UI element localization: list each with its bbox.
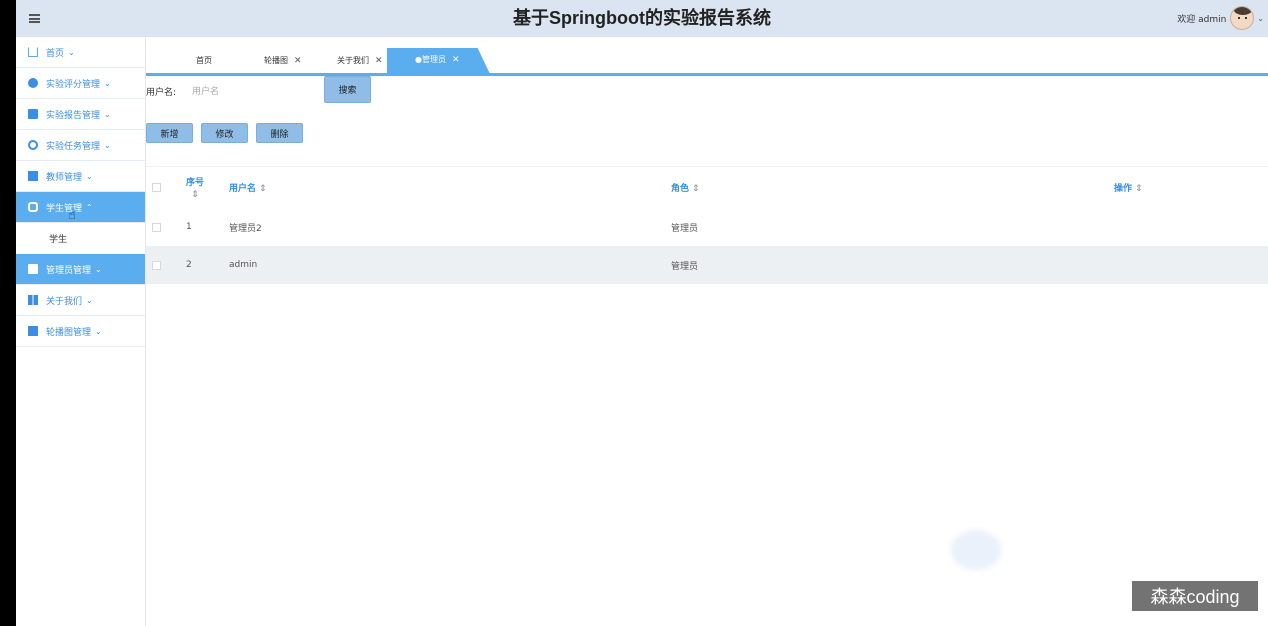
sidebar-item-about[interactable]: 关于我们 ⌄	[16, 285, 145, 316]
close-icon[interactable]: ✕	[452, 55, 460, 65]
sidebar-item-carousel[interactable]: 轮播图管理 ⌄	[16, 316, 145, 347]
column-header-index[interactable]: 序号 ⇕	[186, 175, 204, 200]
data-table: 序号 ⇕ 用户名 ⇕ 角色 ⇕ 操作 ⇕ 1 管理员2 管理员 2 admin 管理员	[146, 166, 1268, 284]
tab-home[interactable]: 首页	[196, 49, 212, 73]
lock-icon	[28, 202, 38, 212]
column-label: 角色	[671, 184, 690, 194]
tab-label: 首页	[196, 56, 212, 65]
close-icon[interactable]: ✕	[375, 56, 383, 66]
add-button[interactable]: 新增	[146, 123, 193, 143]
column-label: 操作	[1114, 184, 1133, 194]
tab-label: 轮播图	[264, 56, 288, 65]
bag-icon	[28, 264, 38, 274]
search-row: 用户名:	[146, 80, 323, 102]
avatar[interactable]	[1230, 6, 1255, 30]
delete-button[interactable]: 删除	[256, 123, 303, 143]
tab-label: 关于我们	[337, 56, 369, 65]
cell-index: 2	[186, 260, 192, 270]
chevron-down-icon: ⌄	[95, 326, 102, 336]
search-button[interactable]: 搜索	[324, 76, 371, 103]
building-icon	[28, 295, 38, 305]
cell-role: 管理员	[671, 261, 699, 272]
chevron-up-icon: ⌃	[86, 202, 93, 212]
tab-admin[interactable]: ●管理员 ✕	[387, 48, 490, 74]
welcome-text: 欢迎 admin	[1177, 14, 1227, 25]
sidebar-item-label: 实验任务管理	[46, 141, 101, 152]
sidebar-item-student[interactable]: 学生管理 ⌃ ☝	[16, 192, 145, 223]
chevron-down-icon: ⌄	[95, 264, 102, 274]
sidebar-item-label: 轮播图管理	[46, 327, 92, 338]
cell-username: 管理员2	[229, 223, 262, 234]
chevron-down-icon: ⌄	[86, 295, 93, 305]
sidebar: 首页 ⌄ 实验评分管理 ⌄ 实验报告管理 ⌄ 实验任务管理 ⌄ 教师管理 ⌄ 学…	[16, 37, 146, 626]
sidebar-item-home[interactable]: 首页 ⌄	[16, 37, 145, 68]
sort-icon[interactable]: ⇕	[1135, 184, 1143, 194]
tab-about[interactable]: 关于我们 ✕	[337, 49, 383, 73]
app-title: 基于Springboot的实验报告系统	[513, 8, 771, 28]
cell-index: 1	[186, 222, 192, 232]
sidebar-item-label: 管理员管理	[46, 265, 92, 276]
sidebar-item-label: 实验报告管理	[46, 110, 101, 121]
image-icon	[28, 326, 38, 336]
sort-icon[interactable]: ⇕	[259, 184, 267, 194]
chevron-down-icon: ⌄	[104, 78, 111, 88]
sidebar-item-label: 实验评分管理	[46, 79, 101, 90]
table-header: 序号 ⇕ 用户名 ⇕ 角色 ⇕ 操作 ⇕	[146, 166, 1268, 208]
sidebar-item-score[interactable]: 实验评分管理 ⌄	[16, 68, 145, 99]
tab-carousel[interactable]: 轮播图 ✕	[264, 49, 302, 73]
tab-underline	[146, 73, 1268, 76]
sidebar-item-label: 关于我们	[46, 296, 83, 307]
sidebar-item-label: 首页	[46, 48, 65, 59]
hamburger-icon	[28, 14, 40, 23]
sort-icon[interactable]: ⇕	[186, 190, 204, 200]
sidebar-item-task[interactable]: 实验任务管理 ⌄	[16, 130, 145, 161]
row-checkbox[interactable]	[152, 260, 161, 270]
chevron-down-icon: ⌄	[1257, 13, 1264, 23]
tab-label: ●管理员	[415, 55, 446, 64]
gear-icon	[28, 140, 38, 150]
select-all-checkbox[interactable]	[152, 183, 161, 192]
sidebar-item-label: 教师管理	[46, 172, 83, 183]
user-menu[interactable]: 欢迎 admin ⌄	[1177, 4, 1264, 32]
sidebar-item-admin[interactable]: 管理员管理 ⌄	[16, 254, 145, 285]
close-icon[interactable]: ✕	[294, 56, 302, 66]
app-window: 基于Springboot的实验报告系统 欢迎 admin ⌄ 首页 ⌄ 实验评分…	[16, 0, 1268, 626]
home-icon	[28, 47, 38, 57]
chevron-down-icon: ⌄	[104, 109, 111, 119]
top-bar: 基于Springboot的实验报告系统 欢迎 admin ⌄	[16, 0, 1268, 37]
edit-button[interactable]: 修改	[201, 123, 248, 143]
book-icon	[28, 109, 38, 119]
circle-icon	[28, 78, 38, 88]
search-label: 用户名:	[146, 87, 177, 98]
column-label: 序号	[186, 178, 205, 188]
sidebar-item-report[interactable]: 实验报告管理 ⌄	[16, 99, 145, 130]
cell-role: 管理员	[671, 223, 699, 234]
sort-icon[interactable]: ⇕	[692, 184, 700, 194]
row-checkbox[interactable]	[152, 222, 161, 232]
column-label: 用户名	[229, 184, 257, 194]
column-header-operation[interactable]: 操作 ⇕	[1114, 181, 1143, 194]
menu-toggle-button[interactable]	[16, 0, 52, 37]
sidebar-item-teacher[interactable]: 教师管理 ⌄	[16, 161, 145, 192]
tab-bar: 首页 轮播图 ✕ 关于我们 ✕ ●管理员 ✕	[146, 37, 1268, 77]
table-row[interactable]: 1 管理员2 管理员	[146, 208, 1268, 246]
hand-cursor-icon: ☝	[68, 208, 76, 223]
cell-username: admin	[229, 260, 258, 270]
action-bar: 新增 修改 删除	[146, 123, 303, 143]
column-header-role[interactable]: 角色 ⇕	[671, 181, 700, 194]
watermark: 森森coding	[1132, 581, 1258, 611]
column-header-username[interactable]: 用户名 ⇕	[229, 181, 267, 194]
card-icon	[28, 171, 38, 181]
sidebar-item-label: 学生管理	[46, 203, 83, 214]
chevron-down-icon: ⌄	[86, 171, 93, 181]
search-input[interactable]	[192, 82, 323, 100]
table-row[interactable]: 2 admin 管理员	[146, 246, 1268, 284]
decorative-blur	[951, 530, 1001, 570]
chevron-down-icon: ⌄	[68, 47, 75, 57]
sidebar-subitem-student[interactable]: 学生	[16, 223, 145, 254]
chevron-down-icon: ⌄	[104, 140, 111, 150]
